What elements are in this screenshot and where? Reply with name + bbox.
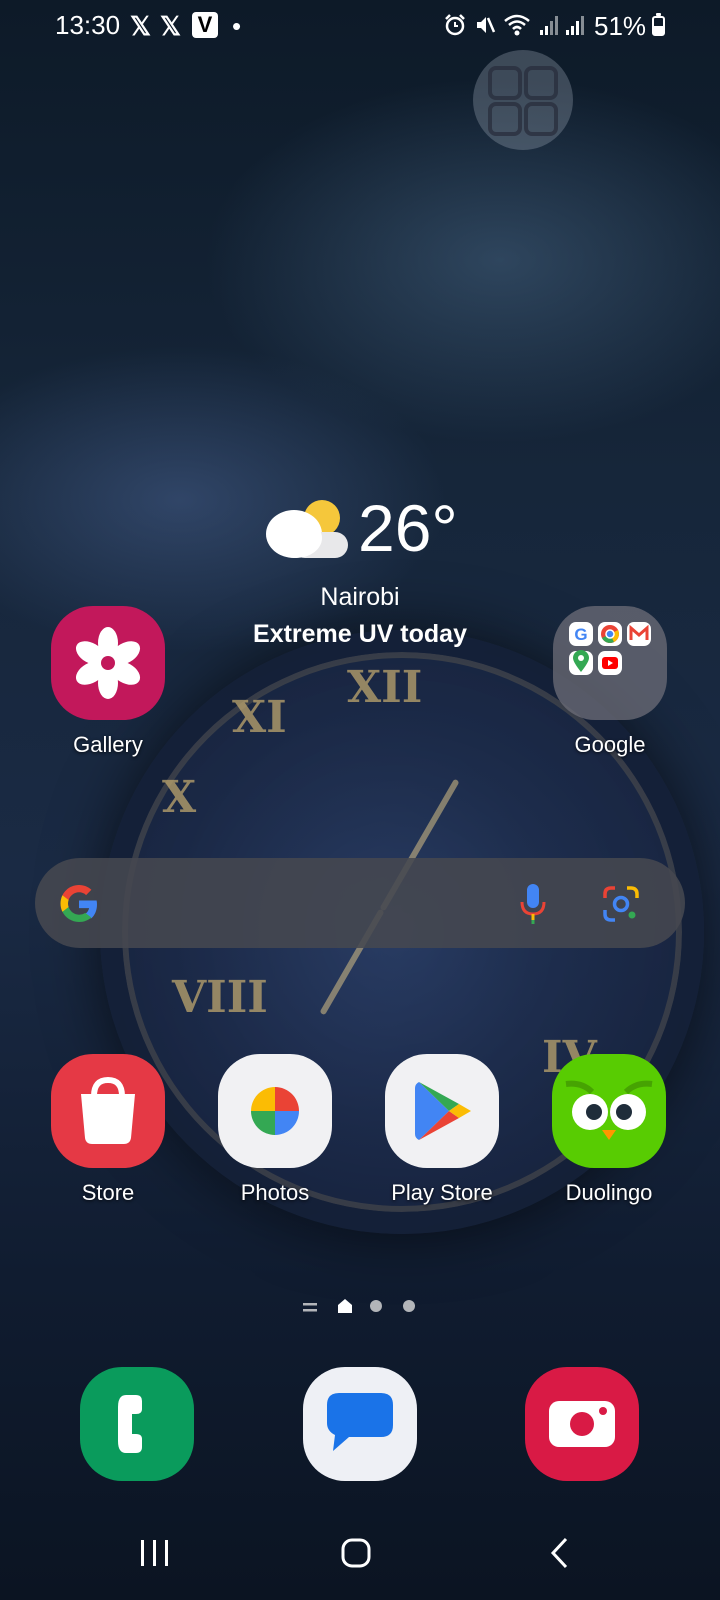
floating-apps-button[interactable]	[473, 50, 573, 150]
camera-icon	[549, 1401, 615, 1447]
signal-icon	[540, 16, 558, 35]
app-store[interactable]: Store	[33, 1054, 183, 1206]
maps-icon	[569, 650, 593, 675]
gallery-flower-icon	[51, 606, 165, 720]
x-icon: 𝕏	[160, 11, 181, 41]
dot-icon: •	[232, 11, 242, 41]
partly-cloudy-icon	[266, 500, 348, 558]
recents-icon[interactable]	[138, 1538, 172, 1568]
gmail-icon	[627, 622, 651, 646]
wifi-icon	[504, 14, 530, 36]
app-label: Store	[81, 1180, 135, 1205]
v-app-icon: V	[192, 12, 218, 38]
app-label: Play Store	[391, 1180, 493, 1205]
google-icon: G	[569, 622, 593, 646]
menu-lines-icon	[303, 1303, 317, 1312]
app-play-store[interactable]: Play Store	[367, 1054, 517, 1206]
alarm-icon	[445, 14, 465, 36]
page-dot	[403, 1300, 415, 1312]
app-label: Gallery	[73, 732, 143, 757]
app-gallery[interactable]: Gallery	[33, 606, 183, 758]
app-duolingo[interactable]: Duolingo	[534, 1054, 684, 1206]
play-store-icon	[385, 1054, 499, 1168]
status-bar: 13:30 𝕏 𝕏 V • 51%	[0, 0, 720, 52]
youtube-icon	[598, 651, 622, 675]
store-bag-icon	[51, 1054, 165, 1168]
page-dot	[370, 1300, 382, 1312]
home-page-icon	[338, 1299, 352, 1313]
app-label: Duolingo	[565, 1180, 653, 1205]
svg-text:G: G	[574, 625, 587, 644]
dock-camera[interactable]	[525, 1367, 639, 1481]
folder-google[interactable]: G Google	[535, 606, 685, 758]
dock-messages[interactable]	[303, 1367, 417, 1481]
dock-phone[interactable]	[80, 1367, 194, 1481]
google-search-bar[interactable]	[35, 858, 685, 948]
status-time: 13:30	[55, 10, 121, 40]
weather-temperature: 26°	[358, 491, 458, 565]
home-icon[interactable]	[340, 1537, 372, 1569]
signal-icon	[566, 16, 584, 35]
duolingo-owl-icon	[552, 1054, 666, 1168]
battery-icon	[652, 13, 665, 36]
lens-icon[interactable]	[601, 884, 641, 924]
chrome-icon	[598, 622, 622, 646]
app-photos[interactable]: Photos	[200, 1054, 350, 1206]
x-icon: 𝕏	[130, 11, 151, 41]
back-icon[interactable]	[548, 1536, 572, 1570]
mic-icon[interactable]	[519, 882, 547, 926]
app-label: Photos	[240, 1180, 310, 1205]
phone-icon	[118, 1395, 142, 1453]
mute-icon	[477, 17, 496, 33]
photos-pinwheel-icon	[218, 1054, 332, 1168]
battery-percent: 51%	[594, 11, 647, 41]
app-label: Google	[574, 732, 646, 757]
google-g-icon	[60, 885, 97, 922]
google-folder-icon: G	[553, 606, 667, 720]
messages-icon	[327, 1393, 393, 1451]
